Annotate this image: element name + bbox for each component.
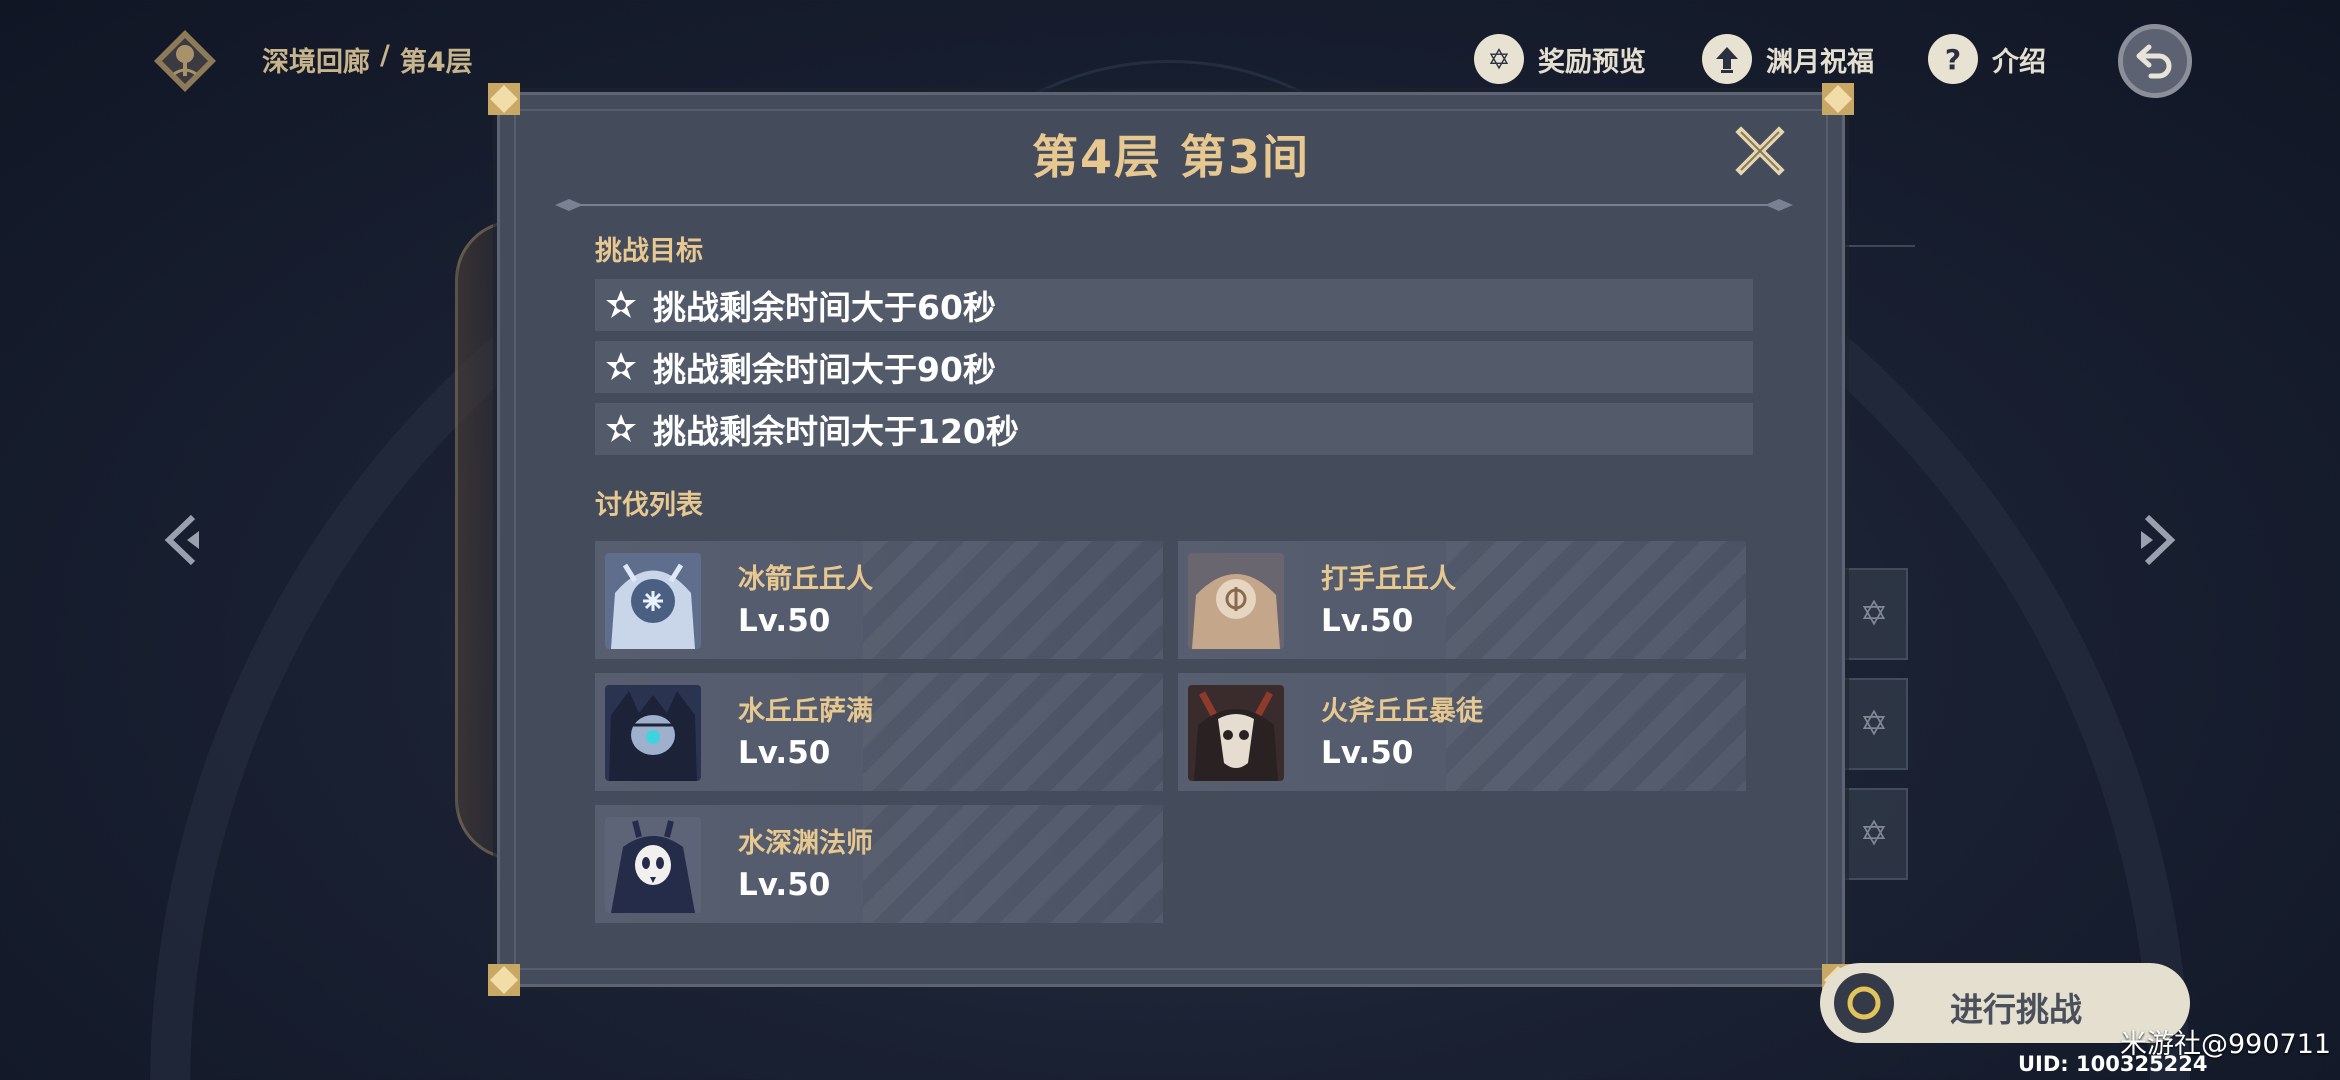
corner-ornament-icon: [488, 964, 520, 996]
challenge-goal-row: 挑战剩余时间大于90秒: [595, 341, 1753, 393]
star-icon: ✡: [1474, 34, 1524, 84]
return-arrow-icon: [2135, 39, 2175, 83]
back-button[interactable]: [2118, 24, 2192, 98]
previous-chamber-arrow-icon[interactable]: [160, 512, 210, 568]
pyro-axe-mitachurl-icon: [1188, 685, 1284, 781]
hydro-abyss-mage-icon: [605, 817, 701, 913]
abyssal-moon-blessing-label: 渊月祝福: [1766, 46, 1874, 78]
enemy-level: Lv.50: [1321, 603, 1414, 639]
enemy-card[interactable]: 水深渊法师 Lv.50: [595, 805, 1163, 923]
rewards-preview-button[interactable]: ✡ 奖励预览: [1474, 32, 1646, 86]
challenge-goal-text: 挑战剩余时间大于60秒: [653, 288, 996, 327]
enemy-name: 水深渊法师: [738, 828, 873, 859]
ring-icon: [1834, 973, 1894, 1033]
background-star-slot: ✡: [1840, 788, 1908, 880]
enemy-list-label: 讨伐列表: [595, 490, 703, 521]
title-divider: [555, 199, 1793, 211]
star-icon: [603, 411, 639, 447]
hydro-samachurl-icon: [605, 685, 701, 781]
challenge-goal-text: 挑战剩余时间大于120秒: [653, 412, 1019, 451]
rewards-preview-label: 奖励预览: [1538, 46, 1646, 78]
enemy-name: 打手丘丘人: [1321, 564, 1456, 595]
background-divider: [1835, 245, 1915, 247]
breadcrumb-section: 深境回廊: [262, 47, 370, 78]
enemy-name: 冰箭丘丘人: [738, 564, 873, 595]
ice-archer-hilichurl-icon: [605, 553, 701, 649]
challenge-goals-label: 挑战目标: [595, 236, 703, 267]
corner-ornament-icon: [1822, 83, 1854, 115]
enemy-card[interactable]: 水丘丘萨满 Lv.50: [595, 673, 1163, 791]
enemy-level: Lv.50: [738, 867, 831, 903]
upgrade-arrow-icon: [1702, 34, 1752, 84]
enemy-card[interactable]: 冰箭丘丘人 Lv.50: [595, 541, 1163, 659]
chamber-detail-dialog: 第4层 第3间 挑战目标 挑战剩余时间大于60秒 挑战剩余时间大于90秒 挑战剩…: [488, 83, 1854, 996]
breadcrumb: 深境回廊 / 第4层: [262, 40, 473, 79]
background-star-slot: ✡: [1840, 678, 1908, 770]
enemy-name: 水丘丘萨满: [738, 696, 873, 727]
introduction-button[interactable]: ? 介绍: [1928, 32, 2046, 86]
close-icon: [1735, 126, 1785, 176]
challenge-goal-row: 挑战剩余时间大于60秒: [595, 279, 1753, 331]
enemy-card[interactable]: 火斧丘丘暴徒 Lv.50: [1178, 673, 1746, 791]
breadcrumb-separator: /: [380, 40, 390, 71]
question-icon: ?: [1928, 34, 1978, 84]
background-star-slot: ✡: [1840, 568, 1908, 660]
close-button[interactable]: [1732, 123, 1788, 179]
enemy-card[interactable]: 打手丘丘人 Lv.50: [1178, 541, 1746, 659]
next-chamber-arrow-icon[interactable]: [2130, 512, 2180, 568]
corner-ornament-icon: [488, 83, 520, 115]
challenge-goal-text: 挑战剩余时间大于90秒: [653, 350, 996, 389]
enemy-level: Lv.50: [1321, 735, 1414, 771]
breadcrumb-floor: 第4层: [399, 47, 473, 78]
fighter-hilichurl-icon: [1188, 553, 1284, 649]
dialog-title: 第4层 第3间: [1031, 130, 1311, 184]
start-challenge-label: 进行挑战: [1950, 990, 2082, 1029]
uid-label: UID: 100325224: [2018, 1052, 2208, 1076]
challenge-goal-row: 挑战剩余时间大于120秒: [595, 403, 1753, 455]
star-icon: [603, 349, 639, 385]
spiral-abyss-logo-icon: [152, 28, 218, 94]
enemy-level: Lv.50: [738, 603, 831, 639]
enemy-name: 火斧丘丘暴徒: [1321, 696, 1483, 727]
star-icon: [603, 287, 639, 323]
enemy-level: Lv.50: [738, 735, 831, 771]
abyssal-moon-blessing-button[interactable]: 渊月祝福: [1702, 32, 1874, 86]
introduction-label: 介绍: [1992, 46, 2046, 78]
